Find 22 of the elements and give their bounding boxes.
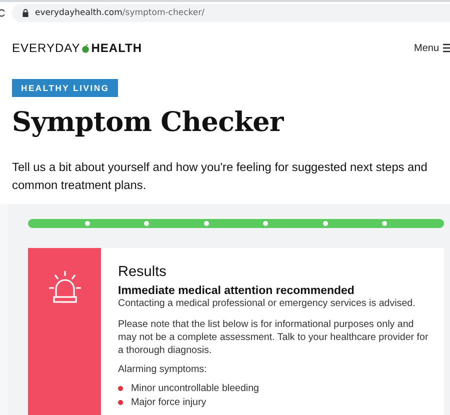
apple-icon <box>81 44 90 52</box>
bullet-icon <box>118 386 123 392</box>
lock-icon <box>22 9 29 17</box>
url-text: everydayhealth.com/symptom-checker/ <box>35 8 204 18</box>
page-title: Symptom Checker <box>12 107 285 138</box>
note-text: Please note that the list below is for informational purposes only and may not be a complete assessment. Talk to your healthcare provider for a thorough diagnosis. <box>118 318 430 357</box>
symptom-text: Minor uncontrollable bleeding <box>131 383 259 394</box>
category-badge[interactable]: HEALTHY LIVING <box>12 79 118 97</box>
siren-icon <box>46 270 82 304</box>
reload-icon[interactable] <box>0 8 6 18</box>
advice-text: Contacting a medical professional or emergency services is advised. <box>118 297 416 310</box>
menu-icon <box>443 43 450 53</box>
address-bar[interactable]: everydayhealth.com/symptom-checker/ <box>12 4 450 22</box>
verdict-text: Immediate medical attention recommended <box>118 285 356 297</box>
list-label: Alarming symptoms: <box>118 363 208 376</box>
bullet-icon <box>118 400 123 405</box>
logo-text: HEALTH <box>91 41 142 55</box>
logo-text: EVERYDAY <box>12 41 80 55</box>
results-heading: Results <box>118 264 168 280</box>
symptom-text: Major force injury <box>131 396 206 408</box>
menu-button[interactable]: Menu <box>414 42 450 54</box>
intro-text: Tell us a bit about yourself and how you're feeling for suggested next steps and common treatment plans. <box>12 159 428 194</box>
